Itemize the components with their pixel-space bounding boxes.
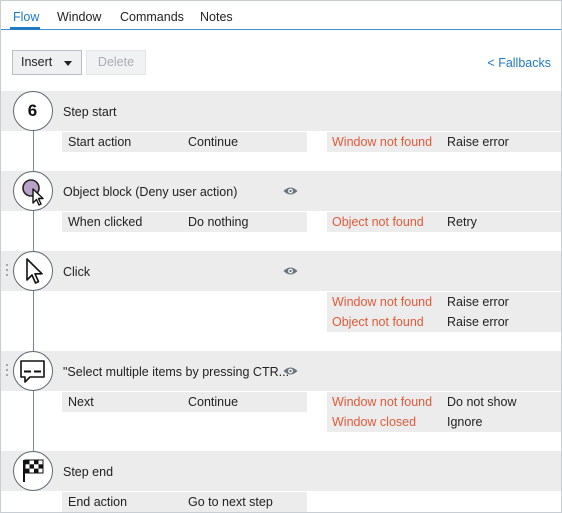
fallback-action: Raise error: [447, 135, 509, 149]
tab-flow[interactable]: Flow: [13, 10, 39, 24]
active-tab-indicator: [10, 27, 40, 30]
step-end-node: [13, 451, 53, 491]
fallback-action: Do not show: [447, 395, 517, 409]
property-value: Continue: [188, 135, 239, 149]
step-property-row[interactable]: When clicked Do nothing: [62, 212, 307, 232]
message-node: [13, 351, 53, 391]
fallback-action: Ignore: [447, 415, 483, 429]
property-value: Do nothing: [188, 215, 249, 229]
fallback-condition: Window not found: [332, 395, 433, 409]
fallback-row[interactable]: Window not found Do not show: [327, 392, 561, 412]
flow-editor-window: Flow Window Commands Notes Insert Delete…: [0, 0, 562, 513]
step-property-row[interactable]: End action Go to next step: [62, 492, 307, 512]
step-property-row[interactable]: Next Continue: [62, 392, 307, 412]
tab-bar: Flow Window Commands Notes: [1, 1, 561, 30]
insert-button[interactable]: Insert: [12, 50, 82, 75]
insert-button-label: Insert: [21, 55, 53, 69]
step-title: Step end: [63, 465, 114, 479]
drag-handle-icon[interactable]: [5, 264, 9, 278]
fallback-row[interactable]: Object not found Raise error: [327, 312, 561, 332]
fallback-action: Retry: [447, 215, 477, 229]
step-number: 6: [27, 101, 38, 120]
fallback-condition: Window not found: [332, 295, 433, 309]
object-block-icon: [22, 179, 44, 206]
property-value: Go to next step: [188, 495, 273, 509]
property-value: Continue: [188, 395, 239, 409]
step-title: Object block (Deny user action): [63, 185, 238, 199]
eye-icon[interactable]: [283, 266, 298, 276]
fallback-action: Raise error: [447, 295, 509, 309]
property-name: Next: [68, 395, 94, 409]
click-node: [13, 251, 53, 291]
delete-button[interactable]: Delete: [86, 50, 146, 75]
message-icon: [20, 360, 45, 383]
fallback-row[interactable]: Window closed Ignore: [327, 412, 561, 432]
tab-window[interactable]: Window: [57, 10, 101, 24]
property-name: When clicked: [68, 215, 143, 229]
step-title: Click: [63, 265, 91, 279]
fallback-condition: Window closed: [332, 415, 417, 429]
property-name: End action: [68, 495, 128, 509]
eye-icon[interactable]: [283, 366, 298, 376]
fallback-condition: Object not found: [332, 315, 424, 329]
step-title: Step start: [63, 105, 117, 119]
object-block-node: [13, 171, 53, 211]
step-title: "Select multiple items by pressing CTR..…: [63, 365, 290, 379]
fallback-row[interactable]: Window not found Raise error: [327, 292, 561, 312]
fallback-condition: Object not found: [332, 215, 424, 229]
flow-connector-line: [33, 93, 34, 491]
drag-handle-icon[interactable]: [5, 364, 9, 378]
fallback-row[interactable]: Object not found Retry: [327, 212, 561, 232]
tab-commands[interactable]: Commands: [120, 10, 184, 24]
fallback-action: Raise error: [447, 315, 509, 329]
chevron-down-icon: [64, 61, 72, 66]
fallbacks-link[interactable]: < Fallbacks: [487, 56, 551, 70]
eye-icon[interactable]: [283, 186, 298, 196]
property-name: Start action: [68, 135, 132, 149]
step-property-row[interactable]: Start action Continue: [62, 132, 307, 152]
fallback-row[interactable]: Window not found Raise error: [327, 132, 561, 152]
checkered-flag-icon: [23, 459, 44, 482]
step-number-badge: 6: [13, 91, 53, 131]
cursor-icon: [26, 258, 43, 284]
tab-notes[interactable]: Notes: [200, 10, 233, 24]
fallback-condition: Window not found: [332, 135, 433, 149]
